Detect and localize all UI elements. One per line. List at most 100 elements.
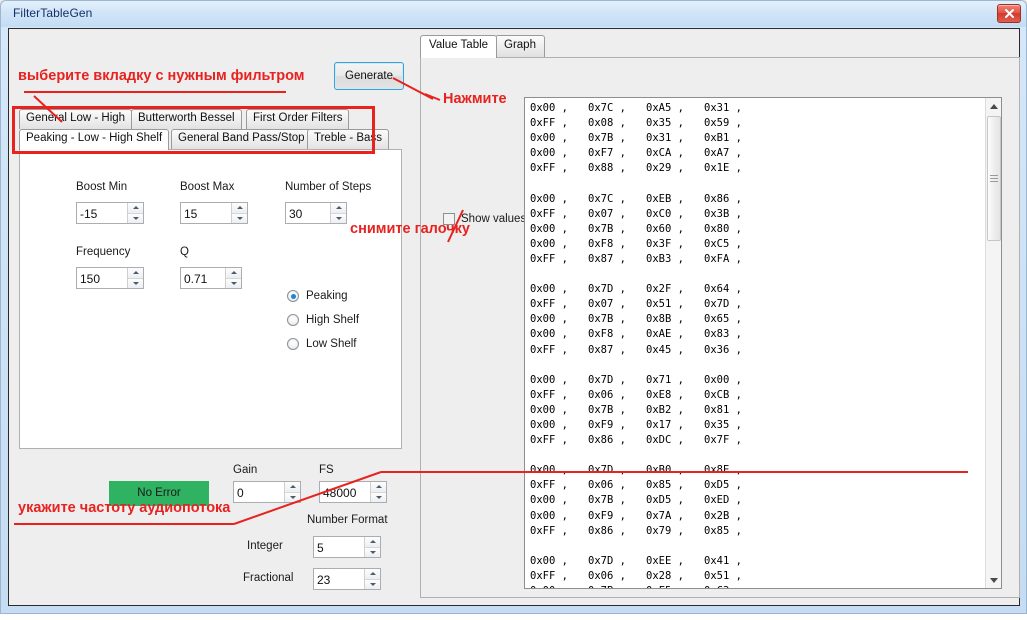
frequency-spin-down[interactable] — [128, 279, 143, 289]
scroll-down-icon[interactable] — [986, 572, 1001, 588]
fractional-stepper[interactable]: 23 — [313, 568, 381, 590]
fs-stepper[interactable]: 48000 — [319, 481, 387, 503]
hex-cell: 0x8B , — [646, 312, 704, 327]
number-of-steps-stepper[interactable]: 30 — [285, 202, 347, 224]
q-spin-buttons[interactable] — [225, 268, 241, 288]
show-values-checkbox[interactable]: Show values — [443, 213, 526, 225]
scrollbar-thumb[interactable] — [987, 116, 1001, 241]
frequency-label: Frequency — [76, 246, 130, 258]
tab-first-order-filters[interactable]: First Order Filters — [246, 109, 349, 129]
boost-max-value[interactable]: 15 — [181, 203, 231, 223]
hex-cell: 0xFF , — [530, 343, 588, 358]
fractional-spin-buttons[interactable] — [364, 569, 380, 589]
fs-spin-down[interactable] — [371, 493, 386, 503]
number-of-steps-spin-up[interactable] — [331, 203, 346, 214]
hex-cell: 0x00 , — [530, 418, 588, 433]
fs-spin-up[interactable] — [371, 482, 386, 493]
hex-cell: 0xF8 , — [588, 237, 646, 252]
hex-cell: 0xC0 , — [646, 207, 704, 222]
boost-min-spin-down[interactable] — [128, 214, 143, 224]
gain-value[interactable]: 0 — [234, 482, 284, 502]
frequency-spin-up[interactable] — [128, 268, 143, 279]
q-spin-up[interactable] — [226, 268, 241, 279]
hex-cell: 0x7D , — [588, 373, 646, 388]
hex-row: 0x00 ,0xF9 ,0x7A ,0x2B , — [530, 509, 762, 524]
hex-value-textbox[interactable]: 0x00 ,0x7C ,0xA5 ,0x31 ,0xFF ,0x08 ,0x35… — [524, 97, 1002, 589]
frequency-stepper[interactable]: 150 — [76, 267, 144, 289]
fs-value[interactable]: 48000 — [320, 482, 370, 502]
integer-stepper[interactable]: 5 — [313, 536, 381, 558]
number-of-steps-spin-down[interactable] — [331, 214, 346, 224]
radio-peaking[interactable]: Peaking — [287, 290, 348, 302]
show-values-checkbox-box[interactable] — [443, 213, 455, 225]
fractional-spin-up[interactable] — [365, 569, 380, 580]
hex-cell: 0xFF , — [530, 433, 588, 448]
radio-low-shelf-indicator[interactable] — [287, 338, 299, 350]
hex-row: 0x00 ,0x7B ,0xD5 ,0xED , — [530, 493, 762, 508]
tab-butterworth-bessel[interactable]: Butterworth Bessel — [131, 109, 242, 129]
integer-label: Integer — [247, 540, 283, 552]
boost-min-spin-buttons[interactable] — [127, 203, 143, 223]
boost-max-spin-down[interactable] — [232, 214, 247, 224]
number-of-steps-value[interactable]: 30 — [286, 203, 330, 223]
integer-spin-buttons[interactable] — [364, 537, 380, 557]
tab-graph[interactable]: Graph — [495, 35, 545, 57]
tab-treble-bass[interactable]: Treble - Bass — [307, 129, 389, 149]
tab-peaking-low-high-shelf[interactable]: Peaking - Low - High Shelf — [19, 129, 169, 150]
hex-block-separator — [530, 539, 762, 554]
status-badge[interactable]: No Error — [109, 481, 209, 506]
number-of-steps-spin-buttons[interactable] — [330, 203, 346, 223]
hex-row: 0x00 ,0xF9 ,0x17 ,0x35 , — [530, 418, 762, 433]
hex-cell: 0xC3 , — [704, 584, 762, 589]
hex-cell: 0x06 , — [588, 569, 646, 584]
fractional-value[interactable]: 23 — [314, 569, 364, 589]
hex-cell: 0x35 , — [646, 116, 704, 131]
scroll-up-icon[interactable] — [986, 98, 1001, 114]
tab-general-band-pass-stop[interactable]: General Band Pass/Stop — [171, 129, 312, 149]
generate-button[interactable]: Generate — [334, 62, 404, 90]
hex-cell: 0x83 , — [704, 327, 762, 342]
q-stepper[interactable]: 0.71 — [180, 267, 242, 289]
hex-cell: 0x87 , — [588, 252, 646, 267]
hex-cell: 0x7D , — [704, 297, 762, 312]
hex-row: 0xFF ,0x06 ,0xE8 ,0xCB , — [530, 388, 762, 403]
boost-max-label: Boost Max — [180, 181, 234, 193]
integer-value[interactable]: 5 — [314, 537, 364, 557]
gain-stepper[interactable]: 0 — [233, 481, 301, 503]
boost-max-spin-buttons[interactable] — [231, 203, 247, 223]
radio-high-shelf[interactable]: High Shelf — [287, 314, 359, 326]
boost-min-value[interactable]: -15 — [77, 203, 127, 223]
hex-cell: 0x2B , — [704, 509, 762, 524]
radio-peaking-indicator[interactable] — [287, 290, 299, 302]
hex-cell: 0xB3 , — [646, 252, 704, 267]
close-icon[interactable] — [997, 4, 1021, 23]
gain-spin-buttons[interactable] — [284, 482, 300, 502]
tab-value-table[interactable]: Value Table — [420, 35, 497, 58]
q-value[interactable]: 0.71 — [181, 268, 225, 288]
gain-spin-up[interactable] — [285, 482, 300, 493]
boost-min-spin-up[interactable] — [128, 203, 143, 214]
frequency-value[interactable]: 150 — [77, 268, 127, 288]
integer-spin-up[interactable] — [365, 537, 380, 548]
hex-cell: 0x81 , — [704, 403, 762, 418]
hex-cell: 0x08 , — [588, 116, 646, 131]
radio-high-shelf-indicator[interactable] — [287, 314, 299, 326]
frequency-spin-buttons[interactable] — [127, 268, 143, 288]
radio-low-shelf[interactable]: Low Shelf — [287, 338, 357, 350]
hex-cell: 0xAE , — [646, 327, 704, 342]
boost-max-stepper[interactable]: 15 — [180, 202, 248, 224]
boost-max-spin-up[interactable] — [232, 203, 247, 214]
vertical-scrollbar[interactable] — [985, 98, 1001, 588]
q-spin-down[interactable] — [226, 279, 241, 289]
integer-spin-down[interactable] — [365, 548, 380, 558]
hex-row: 0xFF ,0x87 ,0xB3 ,0xFA , — [530, 252, 762, 267]
tab-general-low-high[interactable]: General Low - High — [19, 109, 132, 129]
hex-cell: 0xB1 , — [704, 131, 762, 146]
hex-cell: 0x71 , — [646, 373, 704, 388]
boost-min-stepper[interactable]: -15 — [76, 202, 144, 224]
hex-cell: 0xF8 , — [588, 327, 646, 342]
fractional-spin-down[interactable] — [365, 580, 380, 590]
fs-spin-buttons[interactable] — [370, 482, 386, 502]
gain-spin-down[interactable] — [285, 493, 300, 503]
hex-cell: 0x87 , — [588, 343, 646, 358]
